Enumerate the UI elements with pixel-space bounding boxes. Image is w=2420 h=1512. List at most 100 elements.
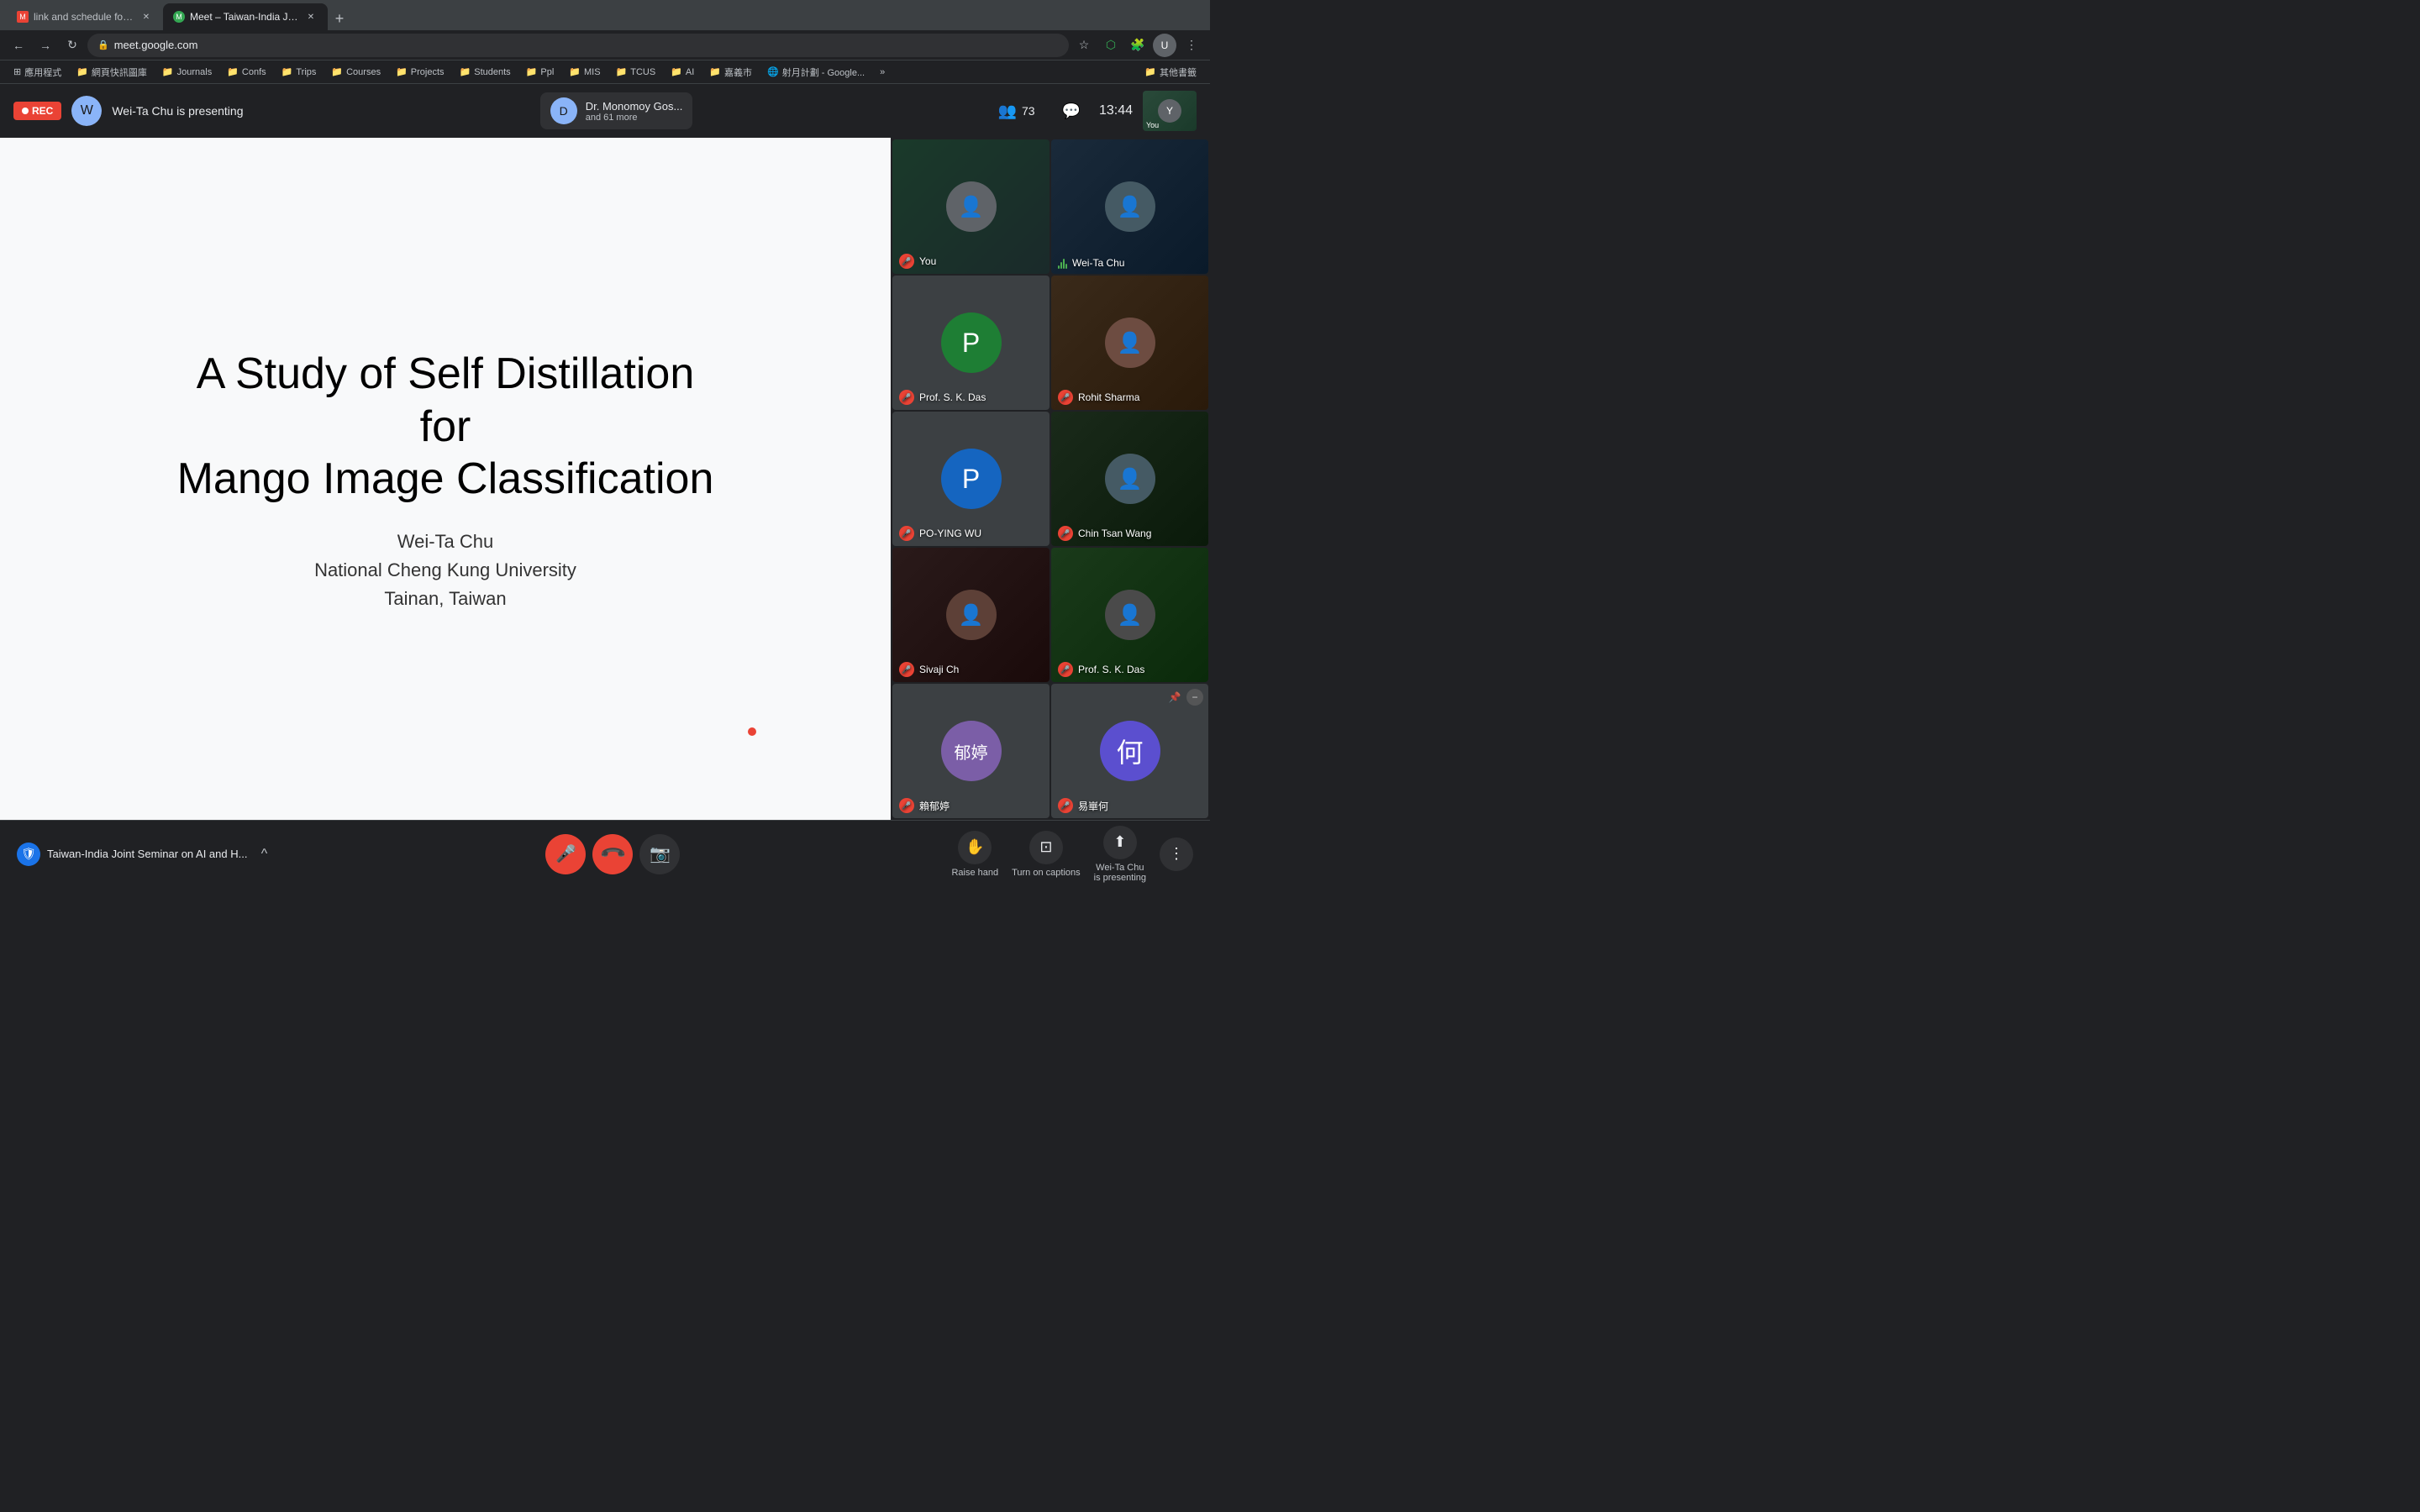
bookmark-ai[interactable]: 📁 AI [664,65,701,79]
speaker-details: Dr. Monomoy Gos... and 61 more [586,100,683,123]
end-call-button[interactable]: 📞 [592,834,633,874]
bookmark-bar: ⊞ 應用程式 📁 網頁快訊圖庫 📁 Journals 📁 Confs 📁 Tri… [0,60,1210,84]
bookmark-ppl[interactable]: 📁 Ppl [519,65,561,79]
url-bar[interactable]: 🔒 meet.google.com [87,34,1069,57]
minus-icon: − [1186,689,1203,706]
you-name-label: You [919,255,936,267]
tab-meet-close[interactable]: ✕ [304,10,318,24]
more-options-button[interactable]: ⋮ [1160,837,1193,871]
participant-name-poyingwu: 🎤 PO-YING WU [899,526,981,541]
mis-folder-icon: 📁 [569,66,581,77]
participant-tile-rohit: 👤 🎤 Rohit Sharma [1051,276,1208,410]
poyingwu-avatar: P [941,449,1002,509]
bookmark-jiayishi-label: 嘉義市 [724,66,752,79]
presenting-button[interactable]: ⬆ Wei-Ta Chu is presenting [1094,826,1146,883]
forward-button[interactable]: → [34,34,57,57]
profskdas-label: Prof. S. K. Das [919,391,986,403]
bookmark-trips[interactable]: 📁 Trips [275,65,324,79]
back-button[interactable]: ← [7,34,30,57]
profile-button[interactable]: U [1153,34,1176,57]
chat-icon: 💬 [1062,102,1081,120]
participant-name-yizhunhe: 🎤 易崋何 [1058,798,1108,813]
bookmark-students[interactable]: 📁 Students [453,65,518,79]
bottom-left: 🛡 Taiwan-India Joint Seminar on AI and H… [17,843,274,866]
bookmark-star-button[interactable]: ☆ [1072,34,1096,57]
profskdas2-label: Prof. S. K. Das [1078,664,1144,675]
bookmark-moon[interactable]: 🌐 射月計劃 - Google... [760,64,871,81]
camera-button[interactable]: 📷 [639,834,680,874]
bookmark-mis[interactable]: 📁 MIS [562,65,607,79]
captions-icon-container: ⊡ [1029,831,1063,864]
extensions-puzzle-button[interactable]: 🧩 [1126,34,1150,57]
mute-icon-profskdas: 🎤 [899,390,914,405]
meet-header: REC W Wei-Ta Chu is presenting D Dr. Mon… [0,84,1210,138]
bookmark-courses-label: Courses [346,67,381,77]
laiyuting-avatar: 郁婷 [941,721,1002,781]
bookmark-news[interactable]: 📁 網頁快訊圖庫 [70,64,154,81]
bookmark-journals[interactable]: 📁 Journals [155,65,218,79]
raise-hand-button[interactable]: ✋ Raise hand [951,831,998,878]
bookmark-ai-label: AI [686,67,694,77]
bookmark-confs[interactable]: 📁 Confs [220,65,272,79]
bookmark-others[interactable]: 📁 其他書籤 [1138,64,1203,81]
mic-off-icon: 🎤 [555,843,576,864]
participant-name-weitachu: Wei-Ta Chu [1058,257,1124,269]
laiyuting-label: 賴郁婷 [919,799,950,813]
news-folder-icon: 📁 [76,66,88,77]
bookmark-trips-label: Trips [296,67,316,77]
participant-row-1: 👤 🎤 You 👤 [892,139,1208,274]
participants-button[interactable]: 👥 73 [990,97,1044,125]
camera-icon: 📷 [650,843,671,864]
presenting-icon: ⬆ [1113,833,1126,851]
captions-button[interactable]: ⊡ Turn on captions [1012,831,1081,878]
participant-tile-you: 👤 🎤 You [892,139,1050,274]
menu-button[interactable]: ⋮ [1180,34,1203,57]
captions-label: Turn on captions [1012,868,1081,878]
tab-gmail[interactable]: M link and schedule for the Taiw... ✕ [7,3,163,30]
slide-author: Wei-Ta Chu [177,531,714,553]
participant-name-profskdas2: 🎤 Prof. S. K. Das [1058,662,1144,677]
more-options-icon: ⋮ [1169,845,1184,863]
shield-icon: 🛡 [17,843,40,866]
bookmark-more[interactable]: » [873,66,892,79]
rec-label: REC [32,105,53,117]
chintsanwang-label: Chin Tsan Wang [1078,528,1151,539]
participant-tile-profskdas2: 👤 🎤 Prof. S. K. Das [1051,548,1208,682]
expand-button[interactable]: ^ [254,844,274,864]
end-call-icon: 📞 [598,839,628,869]
raise-hand-icon-container: ✋ [958,831,992,864]
header-right: 👥 73 💬 13:44 Y You [990,91,1197,131]
bookmark-apps-label: 應用程式 [24,66,61,79]
slide-location: Tainan, Taiwan [177,588,714,610]
pin-icon: 📌 [1166,689,1183,706]
bookmark-jiayishi[interactable]: 📁 嘉義市 [702,64,759,81]
students-folder-icon: 📁 [460,66,471,77]
speaker-avatar: D [550,97,577,124]
slide-institution: National Cheng Kung University [177,559,714,581]
chat-button[interactable]: 💬 [1054,97,1089,125]
meet-favicon: M [173,11,185,23]
slide-title: A Study of Self DistillationforMango Ima… [177,348,714,505]
extension-button[interactable]: ⬡ [1099,34,1123,57]
mute-mic-button[interactable]: 🎤 [545,834,586,874]
presentation-area: A Study of Self DistillationforMango Ima… [0,138,891,820]
slide-content: A Study of Self DistillationforMango Ima… [144,314,748,643]
bookmark-courses[interactable]: 📁 Courses [324,65,387,79]
mute-icon-you: 🎤 [899,254,914,269]
refresh-button[interactable]: ↻ [60,34,84,57]
bookmark-projects[interactable]: 📁 Projects [389,65,450,79]
tab-gmail-close[interactable]: ✕ [139,10,153,24]
timer-display: 13:44 [1099,103,1133,118]
trips-folder-icon: 📁 [281,66,293,77]
participant-tile-profskdas: P 🎤 Prof. S. K. Das [892,276,1050,410]
new-tab-button[interactable]: + [328,7,351,30]
tab-meet-label: Meet – Taiwan-India Joint... [190,11,299,23]
bookmark-apps[interactable]: ⊞ 應用程式 [7,64,68,81]
bookmark-others-label: 其他書籤 [1160,66,1197,79]
tab-meet[interactable]: M Meet – Taiwan-India Joint... ✕ [163,3,328,30]
bookmark-projects-label: Projects [411,67,445,77]
header-left: REC W Wei-Ta Chu is presenting [13,96,244,126]
bookmark-students-label: Students [474,67,510,77]
speaker-info: D Dr. Monomoy Gos... and 61 more [540,92,693,129]
bookmark-tcus[interactable]: 📁 TCUS [609,65,663,79]
